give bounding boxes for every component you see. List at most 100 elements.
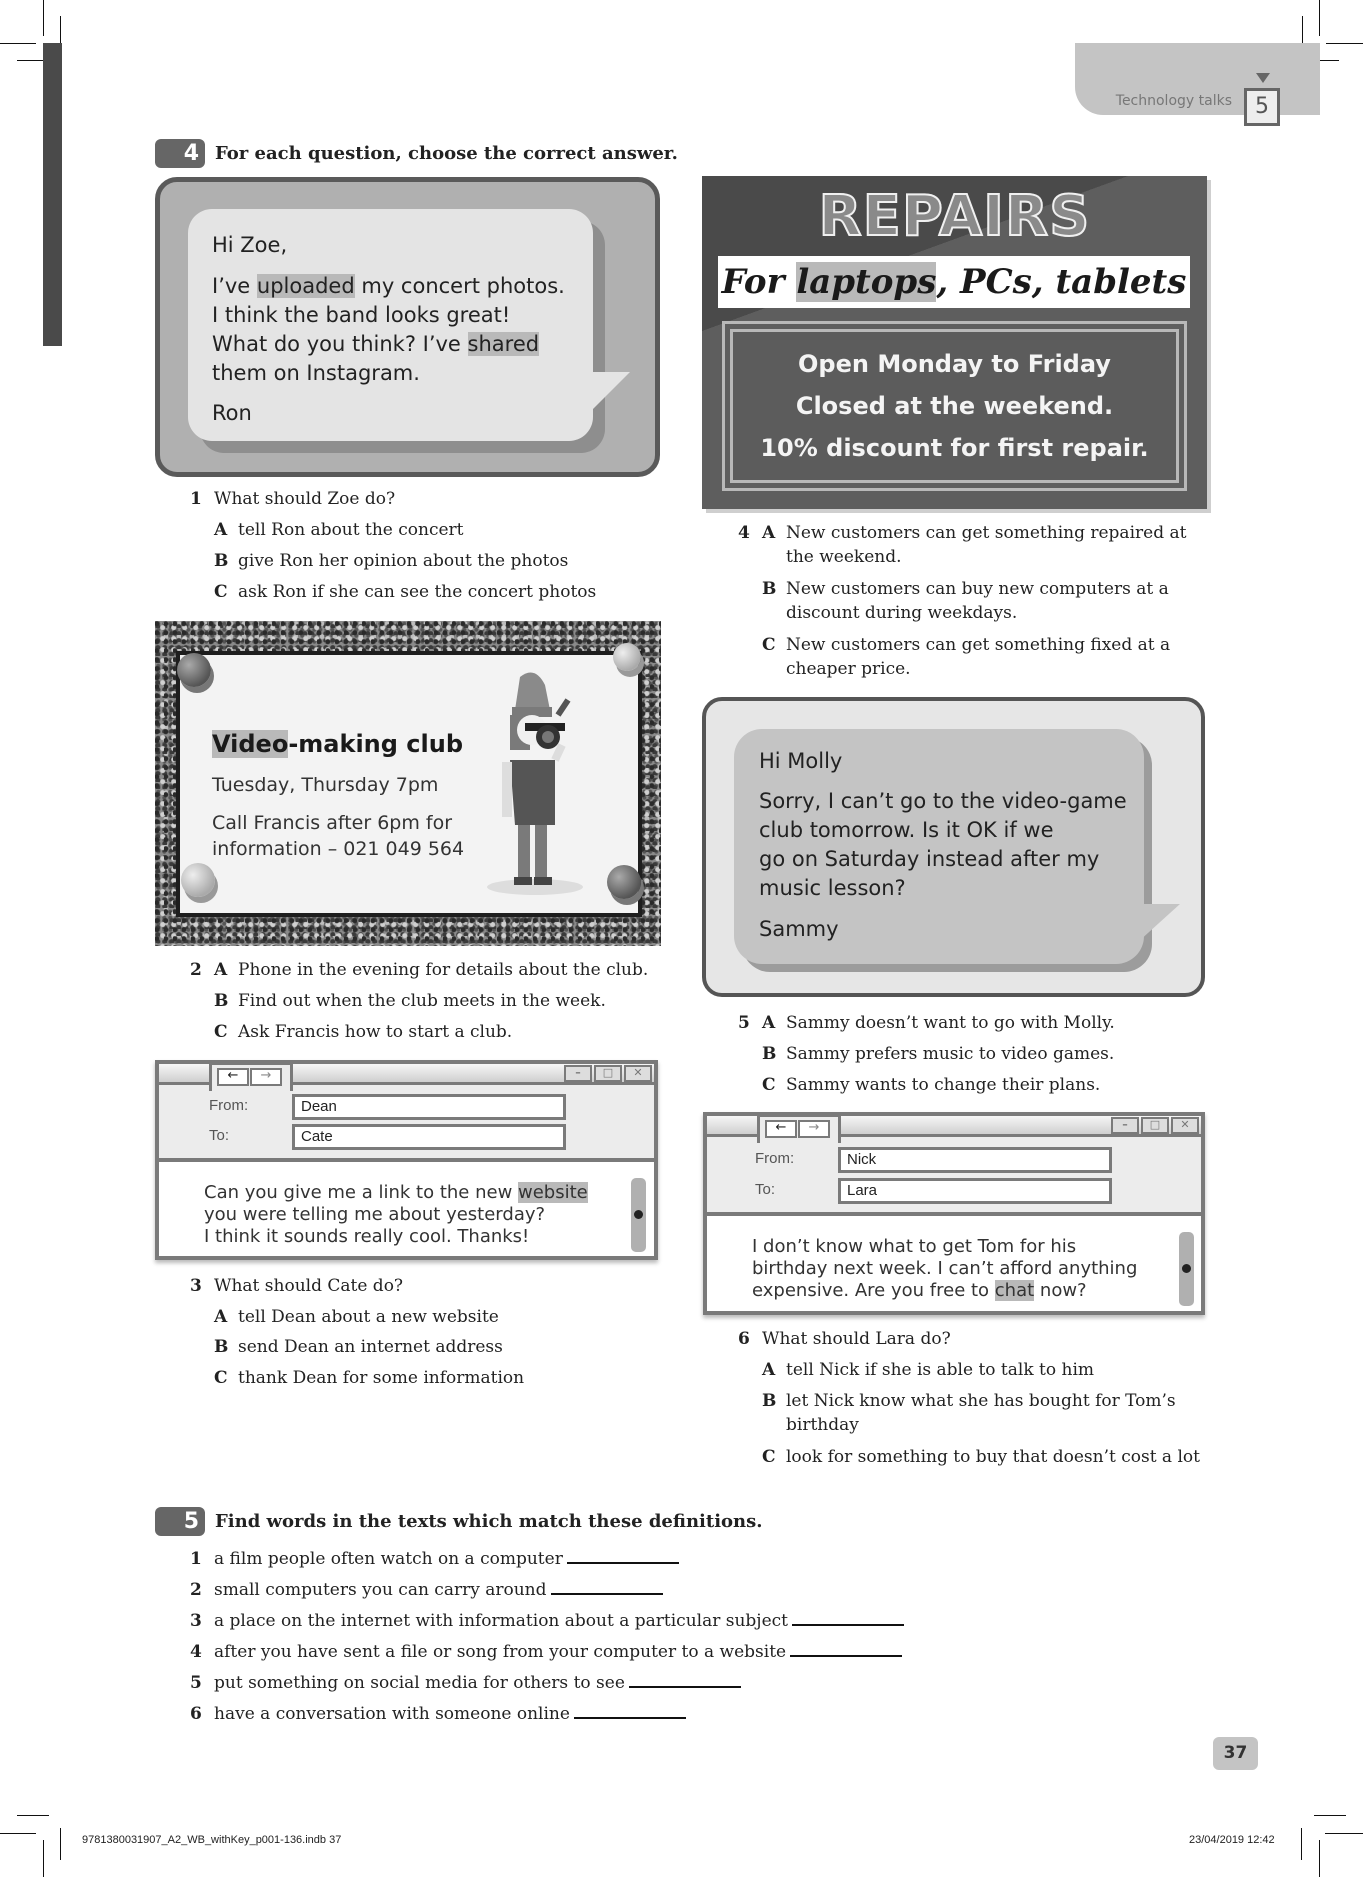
option-letter[interactable]: B	[762, 578, 776, 600]
email-line: you were telling me about yesterday?	[204, 1204, 546, 1225]
option-letter[interactable]: C	[214, 1367, 228, 1389]
option-text[interactable]: look for something to buy that doesn’t c…	[786, 1446, 1200, 1468]
scrollbar[interactable]	[631, 1178, 646, 1252]
definition-text: put something on social media for others…	[214, 1673, 625, 1693]
option-text[interactable]: Sammy doesn’t want to go with Molly.	[786, 1012, 1115, 1034]
option-letter[interactable]: C	[762, 1074, 776, 1096]
option-letter[interactable]: B	[214, 1336, 228, 1358]
question-text: What should Zoe do?	[214, 489, 396, 509]
answer-blank[interactable]	[791, 1608, 904, 1626]
crop-mark	[1319, 0, 1320, 36]
option-letter[interactable]: A	[762, 1359, 775, 1381]
question-text: What should Cate do?	[214, 1276, 404, 1296]
repairs-advert: REPAIRS For laptops, PCs, tablets Open M…	[702, 176, 1207, 509]
option-letter[interactable]: A	[214, 519, 227, 541]
option-text[interactable]: tell Ron about the concert	[238, 519, 463, 541]
definition-item: 4 after you have sent a file or song from…	[190, 1639, 990, 1670]
answer-blank[interactable]	[628, 1670, 741, 1688]
option-letter[interactable]: B	[762, 1390, 776, 1412]
option-text[interactable]: ask Ron if she can see the concert photo…	[238, 581, 596, 603]
close-icon[interactable]: ✕	[624, 1065, 652, 1082]
message-line: I’ve uploaded my concert photos.	[212, 272, 565, 301]
option-text[interactable]: New customers can get something repaired…	[786, 522, 1186, 544]
highlighted-word: chat	[994, 1280, 1035, 1301]
option-text[interactable]: Phone in the evening for details about t…	[238, 959, 648, 981]
email-window-nick: ← → – □ ✕ From: Nick To: Lara I don’t kn…	[703, 1112, 1205, 1315]
option-text[interactable]: Ask Francis how to start a club.	[238, 1021, 512, 1043]
option-letter[interactable]: A	[762, 1012, 775, 1034]
option-letter[interactable]: C	[762, 634, 776, 656]
option-letter[interactable]: A	[214, 959, 227, 981]
minimize-icon[interactable]: –	[564, 1065, 592, 1082]
option-letter[interactable]: B	[214, 990, 228, 1012]
email-line: I don’t know what to get Tom for his	[752, 1236, 1077, 1257]
option-text[interactable]: New customers can buy new computers at a	[786, 578, 1169, 600]
answer-blank[interactable]	[573, 1701, 686, 1719]
option-text[interactable]: tell Dean about a new website	[238, 1306, 499, 1328]
minimize-icon[interactable]: –	[1111, 1117, 1139, 1134]
answer-blank[interactable]	[566, 1546, 679, 1564]
option-text[interactable]: give Ron her opinion about the photos	[238, 550, 568, 572]
option-text[interactable]: discount during weekdays.	[786, 602, 1017, 624]
maximize-icon[interactable]: □	[594, 1065, 622, 1082]
forward-arrow-icon[interactable]: →	[798, 1120, 830, 1138]
option-text[interactable]: cheaper price.	[786, 658, 911, 680]
option-text[interactable]: tell Nick if she is able to talk to him	[786, 1359, 1094, 1381]
item-number: 5	[190, 1673, 202, 1693]
definition-text: a place on the internet with information…	[214, 1611, 788, 1631]
definition-text: have a conversation with someone online	[214, 1704, 570, 1724]
crop-mark	[0, 43, 36, 44]
close-icon[interactable]: ✕	[1171, 1117, 1199, 1134]
answer-blank[interactable]	[790, 1639, 903, 1657]
option-text[interactable]: birthday	[786, 1414, 859, 1436]
option-text[interactable]: the weekend.	[786, 546, 902, 568]
repairs-line: Open Monday to Friday	[798, 350, 1111, 378]
girl-with-camera-illustration	[487, 672, 583, 895]
question-number: 2	[190, 960, 202, 980]
from-field[interactable]: Nick	[838, 1147, 1112, 1173]
email-line: birthday next week. I can’t afford anyth…	[752, 1258, 1138, 1279]
answer-blank[interactable]	[550, 1577, 663, 1595]
definition-item: 5 put something on social media for other…	[190, 1670, 990, 1701]
option-letter[interactable]: C	[214, 581, 228, 603]
to-field[interactable]: Lara	[838, 1178, 1112, 1204]
nav-tab: ← →	[209, 1062, 293, 1091]
highlighted-word: Video	[212, 730, 289, 758]
message-line: What do you think? I’ve shared	[212, 330, 540, 359]
greeting: Hi Molly	[759, 749, 843, 773]
from-field[interactable]: Dean	[292, 1094, 566, 1120]
to-field[interactable]: Cate	[292, 1124, 566, 1150]
notice-title: Video-making club	[212, 730, 463, 758]
unit-title: Technology talks	[1115, 93, 1232, 109]
option-text[interactable]: let Nick know what she has bought for To…	[786, 1390, 1176, 1412]
definition-text: a film people often watch on a computer	[214, 1549, 563, 1569]
text: , PCs, tablets	[936, 262, 1187, 302]
scrollbar[interactable]	[1179, 1232, 1194, 1306]
scroll-thumb[interactable]	[1182, 1264, 1191, 1273]
nav-tab: ← →	[757, 1114, 841, 1143]
back-arrow-icon[interactable]: ←	[217, 1068, 249, 1086]
option-text[interactable]: Sammy prefers music to video games.	[786, 1043, 1114, 1065]
option-letter[interactable]: B	[762, 1043, 776, 1065]
forward-arrow-icon[interactable]: →	[250, 1068, 282, 1086]
maximize-icon[interactable]: □	[1141, 1117, 1169, 1134]
option-letter[interactable]: B	[214, 550, 228, 572]
option-letter[interactable]: C	[762, 1446, 776, 1468]
scroll-thumb[interactable]	[634, 1210, 643, 1219]
message-line: them on Instagram.	[212, 361, 420, 385]
option-text[interactable]: thank Dean for some information	[238, 1367, 524, 1389]
crop-mark	[1301, 1828, 1302, 1860]
bubble-tail	[585, 372, 630, 417]
option-text[interactable]: Sammy wants to change their plans.	[786, 1074, 1100, 1096]
option-text[interactable]: Find out when the club meets in the week…	[238, 990, 606, 1012]
text: What do you think? I’ve	[212, 332, 468, 356]
option-letter[interactable]: A	[762, 522, 775, 544]
crop-mark	[1326, 43, 1363, 44]
back-arrow-icon[interactable]: ←	[765, 1120, 797, 1138]
option-letter[interactable]: A	[214, 1306, 227, 1328]
message-line: Sorry, I can’t go to the video-game	[759, 789, 1127, 813]
option-text[interactable]: New customers can get something fixed at…	[786, 634, 1170, 656]
option-text[interactable]: send Dean an internet address	[238, 1336, 503, 1358]
option-letter[interactable]: C	[214, 1021, 228, 1043]
window-controls: – □ ✕	[564, 1065, 652, 1082]
